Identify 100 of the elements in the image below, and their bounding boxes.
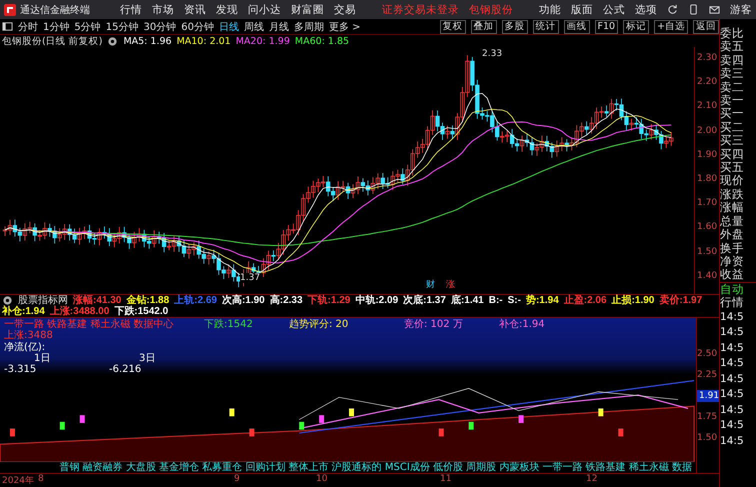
rise-count: 上涨:3488 (4, 330, 54, 341)
gear-icon[interactable] (2, 295, 13, 306)
indicator-value: 补仓:1.94 (2, 306, 45, 317)
app-title: 通达信金融终端 (20, 4, 90, 16)
menu-item[interactable]: 问小达 (248, 2, 281, 16)
period-tab[interactable]: 更多 > (328, 20, 361, 34)
indicator-value: 下跌:1542.0 (114, 306, 168, 317)
toolbar-button[interactable]: 标记 (623, 20, 650, 34)
flow-period: 3日 (138, 352, 156, 364)
toolbar-button[interactable]: 统计 (532, 20, 559, 34)
trade-time: 14:5 (720, 372, 745, 387)
news-badge[interactable]: 涨 (446, 278, 455, 291)
period-tab[interactable]: 周线 (244, 20, 264, 34)
price-axis-label: 1.90 (697, 148, 718, 161)
date-axis-label: 9 (234, 474, 241, 486)
chart-title: 包钢股份(日线 前复权) (2, 34, 102, 48)
period-tab[interactable]: 30分钟 (143, 20, 176, 34)
period-tab[interactable]: 5分钟 (74, 20, 101, 34)
price-axis-label: 2.25 (696, 369, 718, 381)
indicator-value: 底:1.41 (450, 295, 484, 306)
menu-item[interactable]: 版面 (571, 2, 593, 16)
flow-value: -6.216 (109, 364, 142, 375)
toolbar-button[interactable]: 多股 (502, 20, 528, 34)
trade-time: 14:5 (720, 434, 745, 449)
fall-count: 下跌:1542 (204, 319, 254, 330)
price-axis-label: 1.70 (697, 197, 718, 210)
news-badge[interactable]: 财 (426, 278, 435, 291)
indicator-value: 涨幅:41.30 (73, 295, 122, 306)
menu-item[interactable]: 功能 (539, 2, 561, 16)
price-axis-label: 1.91 (697, 390, 720, 402)
menu-item[interactable]: 交易 (334, 2, 356, 16)
price-axis-label: 1.60 (697, 221, 718, 234)
price-axis-label: 1.75 (696, 411, 718, 423)
net-flow-label: 净流(亿): (4, 342, 46, 353)
quote-label: 净资 (720, 254, 746, 268)
trend-score: 趋势评分: 20 (289, 319, 350, 330)
period-tab[interactable]: 60分钟 (181, 20, 214, 34)
moving-average-label: MA10: 2.01 (176, 36, 231, 46)
mode-tab[interactable]: 自动 (720, 282, 756, 296)
indicator-value: 次高:1.90 (222, 295, 265, 306)
trade-time: 14:5 (720, 387, 745, 402)
phone-icon[interactable] (688, 4, 699, 15)
add-position-price: 补仓:1.94 (499, 319, 546, 330)
price-axis-label: 2.50 (696, 348, 718, 360)
quote-label: 外盘 (720, 228, 746, 242)
trade-time: 14:5 (720, 325, 745, 340)
user-label[interactable]: 游客 (730, 2, 752, 16)
toolbar-button[interactable]: 叠加 (470, 20, 497, 34)
auction-volume: 竞价: 102 万 (404, 319, 464, 330)
price-axis-label: 1.50 (697, 246, 718, 258)
toolbar-button[interactable]: 返回 (693, 20, 720, 34)
mode-tab[interactable]: 行情 (720, 296, 756, 310)
indicator-value: 金钻:1.88 (126, 295, 170, 306)
stock-tags: 普钢 融资融券 大盘股 基金增仓 私募重仓 回购计划 整体上市 沪股通标的 MSCI成份 低价股 周期股 内蒙板块 一带一路 铁路基建 稀土永磁 数据 (0, 462, 696, 473)
price-axis-label: 1.40 (697, 270, 718, 282)
price-axis-label: 1.80 (697, 172, 718, 185)
menu-item[interactable]: 财富圈 (291, 2, 324, 16)
trade-time: 14:5 (720, 402, 745, 418)
quote-label: 卖三 (720, 67, 746, 81)
quote-label: 买五 (720, 161, 746, 174)
menu-item[interactable]: 资讯 (184, 2, 206, 16)
menu-item[interactable]: 公式 (603, 2, 625, 16)
quote-label: 买二 (720, 120, 746, 134)
menu-item[interactable]: 市场 (152, 2, 174, 16)
period-tab[interactable]: 多周期 (294, 20, 324, 34)
login-status[interactable]: 证券交易未登录 (382, 2, 459, 16)
indicator-value: 下轨:1.29 (308, 295, 350, 306)
toolbar-button[interactable]: 画线 (564, 20, 590, 34)
refresh-icon[interactable] (667, 4, 678, 15)
toolbar-button[interactable]: +自选 (654, 20, 688, 34)
flow-period: 1日 (33, 352, 52, 364)
toolbar-button[interactable]: F10 (594, 20, 618, 34)
indicator-value: 卖价:1.97 (659, 295, 702, 306)
indicator-value: 止损:1.90 (612, 295, 654, 306)
period-tab[interactable]: 月线 (268, 20, 289, 34)
price-axis-label: 2.30 (697, 52, 718, 64)
menu-item[interactable]: 行情 (120, 2, 142, 16)
menu-item[interactable]: 发现 (216, 2, 238, 16)
quote-label: 买四 (720, 148, 746, 162)
menu-item[interactable]: 选项 (635, 2, 657, 16)
period-tab[interactable]: 日线 (218, 20, 239, 34)
period-tab[interactable]: 1分钟 (43, 20, 70, 34)
indicator-value: 上涨:3488.00 (50, 306, 110, 317)
gear-icon[interactable] (107, 36, 118, 46)
date-axis-label: 11 (440, 474, 452, 486)
panel-toggle-icon[interactable] (2, 21, 13, 32)
stock-name: 包钢股份 (469, 2, 513, 16)
flow-value: -3.315 (4, 364, 38, 375)
date-axis-label: 10 (316, 474, 328, 486)
indicator-value: 上轨:2.69 (174, 295, 217, 306)
quote-label: 买三 (720, 134, 746, 148)
price-axis-label: 1.50 (696, 432, 718, 444)
date-axis-label: 8 (38, 474, 45, 486)
period-tab[interactable]: 分时 (18, 20, 38, 34)
high-price-label: 2.33 (482, 49, 502, 59)
trade-time: 14:5 (720, 356, 745, 372)
period-tab[interactable]: 15分钟 (106, 20, 138, 34)
mail-icon[interactable] (709, 4, 720, 15)
quote-label: 涨跌 (720, 188, 746, 202)
toolbar-button[interactable]: 复权 (440, 20, 466, 34)
